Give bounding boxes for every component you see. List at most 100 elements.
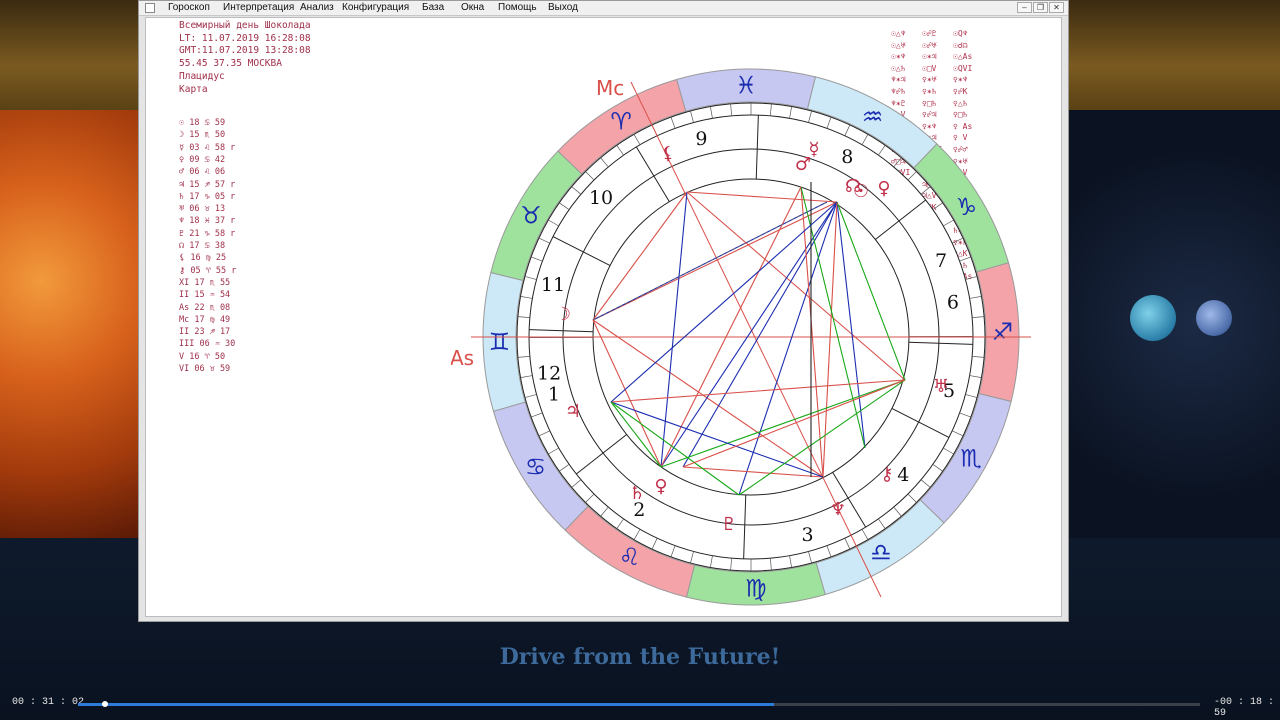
aspect-entry: ☉☌☊: [953, 40, 968, 50]
degree-tick: [530, 256, 543, 262]
house-number: 10: [589, 187, 613, 209]
menu-configuration[interactable]: Конфигурация: [342, 2, 409, 13]
menu-help[interactable]: Помощь: [498, 2, 537, 13]
minimize-button[interactable]: ‒: [1017, 2, 1032, 13]
menu-windows[interactable]: Окна: [461, 2, 484, 13]
app-icon[interactable]: [145, 3, 155, 13]
progress-track[interactable]: [78, 701, 1200, 707]
degree-tick: [907, 493, 917, 503]
degree-tick: [585, 171, 595, 181]
house-number: 1: [548, 384, 560, 406]
degree-tick: [517, 316, 530, 319]
restore-button[interactable]: ❐: [1033, 2, 1048, 13]
zodiac-sign-glyph: ♑: [956, 193, 978, 221]
planet-position-row: ⚷ 05 ♈ 55 r: [179, 265, 237, 276]
planet-glyph: ♇: [721, 514, 737, 535]
chart-info-line: Карта: [179, 83, 208, 95]
menu-database[interactable]: База: [422, 2, 444, 13]
zodiac-sign-glyph: ♉: [520, 201, 542, 229]
degree-tick: [952, 430, 964, 437]
degree-tick: [571, 186, 582, 195]
aspect-entry: ☉Q♆: [953, 29, 968, 38]
planet-glyph: ♃: [565, 401, 581, 422]
degree-tick: [972, 355, 985, 358]
app-window: Гороскоп Интерпретация Анализ Конфигурац…: [138, 0, 1069, 622]
house-number: 9: [695, 128, 707, 150]
degree-tick: [524, 394, 537, 398]
degree-tick: [524, 276, 537, 280]
aspect-entry: ☉☍♅: [922, 40, 937, 50]
degree-tick: [965, 276, 978, 280]
planet-position-row: ♇ 21 ♑ 58 r: [179, 228, 236, 239]
menu-exit[interactable]: Выход: [548, 2, 578, 13]
zodiac-sign-glyph: ♒: [862, 103, 884, 131]
degree-tick: [730, 558, 733, 571]
aspect-entry: ☉△♆: [891, 29, 906, 38]
house-number: 7: [935, 250, 947, 272]
planet-glyph: ♄: [629, 483, 645, 504]
house-number: 8: [841, 146, 853, 168]
menu-interpretation[interactable]: Интерпретация: [223, 2, 294, 13]
degree-tick: [769, 558, 772, 571]
chart-info-line: Плацидус: [179, 70, 225, 82]
remaining-time: -00 : 18 : 59: [1214, 697, 1275, 719]
planet-position-row: V 16 ♈ 50: [179, 351, 226, 362]
aspect-entry: ☉△♅: [891, 40, 906, 50]
planet-position-row: ♆ 18 ♓ 37 r: [179, 216, 236, 227]
planet-glyph: ♀: [654, 476, 667, 497]
degree-tick: [878, 518, 886, 529]
close-button[interactable]: ✕: [1049, 2, 1064, 13]
degree-tick: [893, 157, 902, 168]
promo-text: Drive from the Future!: [499, 644, 781, 670]
menu-horoscope[interactable]: Гороскоп: [168, 2, 210, 13]
natal-chart-wheel[interactable]: ♈♉♊♋♌♍♎♏♐♑♒♓123456789101112AsMc☉☽☿♀♂♃♄♅♆…: [451, 62, 1031, 622]
degree-tick: [710, 555, 713, 568]
planet-position-row: XI 17 ♏ 55: [179, 277, 231, 288]
degree-tick: [633, 529, 641, 540]
degree-tick: [826, 545, 832, 558]
degree-tick: [769, 103, 772, 116]
degree-tick: [893, 506, 902, 517]
degree-tick: [789, 106, 792, 119]
planet-glyph: ⚸: [661, 143, 674, 164]
degree-tick: [548, 219, 559, 227]
degree-tick: [826, 116, 832, 129]
degree-tick: [600, 157, 609, 168]
degree-tick: [651, 538, 658, 550]
degree-tick: [969, 296, 982, 299]
degree-tick: [730, 103, 733, 116]
menu-analysis[interactable]: Анализ: [300, 2, 334, 13]
degree-tick: [520, 375, 533, 378]
degree-tick: [943, 447, 954, 455]
degree-tick: [559, 202, 570, 210]
degree-tick: [861, 529, 869, 540]
planet-position-row: ♃ 15 ♐ 57 r: [179, 179, 236, 190]
degree-tick: [616, 145, 624, 156]
chart-info-line: LT: 11.07.2019 16:28:08: [179, 32, 311, 44]
planet-position-row: ☽ 15 ♏ 50: [179, 130, 226, 141]
house-number: 3: [801, 524, 813, 546]
degree-tick: [517, 355, 530, 358]
zodiac-sign-glyph: ♍: [745, 574, 767, 602]
degree-tick: [616, 518, 624, 529]
degree-tick: [920, 479, 931, 488]
planet-position-row: ♀ 09 ♋ 42: [179, 154, 226, 165]
zodiac-sign-glyph: ♋: [525, 453, 547, 481]
chart-canvas[interactable]: Всемирный день Шоколада LT: 11.07.2019 16…: [145, 17, 1062, 617]
degree-tick: [670, 545, 676, 558]
degree-tick: [844, 538, 851, 550]
degree-tick: [878, 145, 886, 156]
degree-tick: [633, 134, 641, 145]
degree-tick: [808, 551, 812, 564]
planet-position-row: ⚸ 16 ♍ 25: [179, 253, 227, 264]
planet-position-row: III 06 ♒ 30: [179, 339, 236, 350]
degree-tick: [952, 237, 964, 244]
planet-uranus: [1130, 295, 1176, 341]
degree-tick: [959, 256, 972, 262]
planet-glyph: ♀: [877, 178, 890, 199]
degree-tick: [530, 412, 543, 418]
space-background: [1068, 110, 1280, 538]
zodiac-sign-glyph: ♌: [619, 543, 641, 571]
chart-info-line: Всемирный день Шоколада: [179, 20, 311, 31]
progress-marker[interactable]: [102, 701, 108, 707]
